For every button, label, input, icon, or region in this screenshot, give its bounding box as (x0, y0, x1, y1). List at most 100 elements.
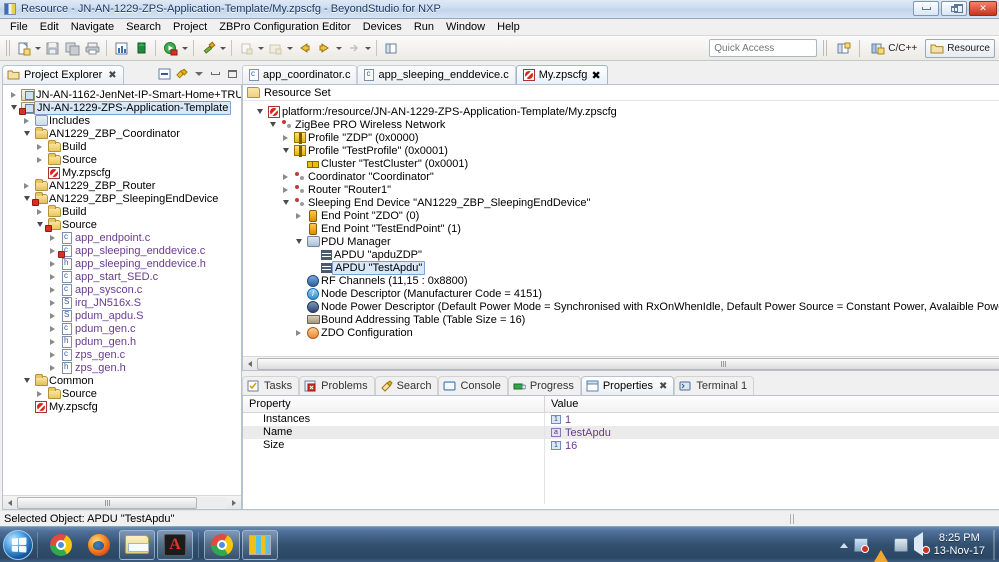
removable-media-icon[interactable] (893, 538, 908, 552)
debug-dropdown-icon[interactable] (218, 38, 227, 58)
tab-project-explorer[interactable]: Project Explorer ✖ (2, 65, 124, 84)
tree-item[interactable]: zps_gen.c (3, 348, 241, 361)
tree-item[interactable]: Bound Addressing Table (Table Size = 16) (249, 313, 999, 326)
forward-icon[interactable] (314, 38, 334, 58)
hscroll-track[interactable] (257, 357, 999, 370)
save-all-icon[interactable] (62, 38, 82, 58)
tree-item[interactable]: pdum_apdu.S (3, 309, 241, 322)
link-with-editor-icon[interactable] (174, 66, 189, 81)
new-class-icon[interactable] (236, 38, 256, 58)
tree-item[interactable]: zps_gen.h (3, 361, 241, 374)
tree-item[interactable]: platform:/resource/JN-AN-1229-ZPS-Applic… (249, 105, 999, 118)
tree-item[interactable]: AN1229_ZBP_SleepingEndDevice (3, 191, 241, 206)
close-button[interactable]: ✕ (969, 1, 997, 16)
maximize-view-icon[interactable] (225, 66, 240, 81)
minimize-button[interactable] (913, 1, 939, 16)
tree-item[interactable]: Cluster "TestCluster" (0x0001) (249, 157, 999, 170)
perspective-grip[interactable] (823, 40, 828, 56)
scroll-right-icon[interactable] (227, 497, 241, 509)
menu-zbpro-configuration-editor[interactable]: ZBPro Configuration Editor (213, 20, 356, 34)
beyondstudio-taskbar-icon[interactable] (242, 529, 278, 560)
tree-item[interactable]: Coordinator "Coordinator" (249, 170, 999, 183)
debug-icon[interactable] (198, 38, 218, 58)
perspective-icon[interactable] (381, 38, 401, 58)
model-tree[interactable]: platform:/resource/JN-AN-1229-ZPS-Applic… (243, 101, 999, 356)
new-dropdown-icon[interactable] (33, 38, 42, 58)
tree-item[interactable]: My.zpscfg (3, 166, 241, 179)
hscroll-thumb[interactable] (17, 496, 197, 509)
show-hidden-icons-icon[interactable] (839, 542, 848, 548)
menu-devices[interactable]: Devices (357, 20, 408, 34)
tree-item[interactable]: JN-AN-1229-ZPS-Application-Template (3, 100, 241, 115)
toolbar-grip[interactable] (6, 40, 10, 56)
editor-tab-my-zpscfg[interactable]: My.zpscfg ✖ (515, 65, 608, 84)
tree-item[interactable]: app_endpoint.c (3, 231, 241, 244)
project-tree[interactable]: JN-AN-1162-JenNet-IP-Smart-Home+TRUNK JN-… (3, 85, 241, 413)
tree-item[interactable]: Build (3, 204, 241, 218)
tree-item[interactable]: Source (3, 217, 241, 232)
quick-access-input[interactable] (709, 39, 818, 57)
tab-tasks[interactable]: Tasks (242, 376, 300, 395)
perspective-cpp[interactable]: C/C++ (866, 39, 922, 58)
perspective-resource[interactable]: Resource (925, 38, 995, 58)
tree-item[interactable]: Source (3, 152, 241, 166)
tree-item[interactable]: Node Power Descriptor (Default Power Mod… (249, 300, 999, 313)
menu-window[interactable]: Window (440, 20, 491, 34)
clock[interactable]: 8:25 PM 13-Nov-17 (934, 532, 985, 558)
new-class-dropdown-icon[interactable] (256, 38, 265, 58)
editor-tab-app-sleeping-enddevice-c[interactable]: app_sleeping_enddevice.c (357, 65, 516, 84)
tree-item[interactable]: End Point "ZDO" (0) (249, 209, 999, 222)
close-icon[interactable]: ✖ (591, 69, 600, 82)
scroll-left-icon[interactable] (243, 358, 257, 370)
tree-item[interactable]: Node Descriptor (Manufacturer Code = 415… (249, 287, 999, 300)
tree-item[interactable]: app_sleeping_enddevice.h (3, 257, 241, 270)
tree-item[interactable]: app_start_SED.c (3, 270, 241, 283)
menu-help[interactable]: Help (491, 20, 526, 34)
show-desktop-button[interactable] (993, 530, 995, 560)
volume-icon[interactable] (913, 532, 930, 556)
build-all-icon[interactable] (111, 38, 131, 58)
table-row[interactable]: Name a TestApdu (243, 426, 999, 439)
tab-progress[interactable]: Progress (507, 376, 581, 395)
menu-run[interactable]: Run (408, 20, 440, 34)
run-dropdown-icon[interactable] (180, 38, 189, 58)
tab-problems[interactable]: Problems (299, 376, 375, 395)
tab-search[interactable]: Search (374, 376, 439, 395)
hscroll-thumb[interactable] (257, 357, 999, 370)
tree-item[interactable]: ZigBee PRO Wireless Network (249, 118, 999, 131)
tree-item[interactable]: irq_JN516x.S (3, 296, 241, 309)
project-explorer-hscrollbar[interactable] (3, 495, 241, 509)
menu-file[interactable]: File (4, 20, 34, 34)
export-icon[interactable] (131, 38, 151, 58)
tree-item[interactable]: ZDO Configuration (249, 326, 999, 339)
next-icon[interactable] (343, 38, 363, 58)
menu-search[interactable]: Search (120, 20, 167, 34)
column-header-value[interactable]: Value (545, 398, 999, 410)
tree-item[interactable]: Source (3, 386, 241, 400)
tree-item[interactable]: APDU "apduZDP" (249, 248, 999, 261)
tree-item[interactable]: Includes (3, 114, 241, 127)
back-icon[interactable] (294, 38, 314, 58)
menu-project[interactable]: Project (167, 20, 213, 34)
tree-item[interactable]: pdum_gen.c (3, 322, 241, 335)
property-value-cell[interactable]: a TestApdu (545, 427, 999, 439)
property-value-cell[interactable]: 11 (545, 414, 999, 426)
chrome-taskbar-icon[interactable] (43, 530, 79, 560)
save-icon[interactable] (42, 38, 62, 58)
tree-item[interactable]: Sleeping End Device "AN1229_ZBP_Sleeping… (249, 196, 999, 209)
tree-item[interactable]: Profile "TestProfile" (0x0001) (249, 144, 999, 157)
tab-properties[interactable]: Properties ✖ (580, 376, 675, 395)
tree-item[interactable]: AN1229_ZBP_Coordinator (3, 126, 241, 140)
open-perspective-button[interactable] (833, 38, 853, 58)
action-center-icon[interactable] (873, 538, 888, 562)
menu-edit[interactable]: Edit (34, 20, 65, 34)
adobe-reader-taskbar-icon[interactable]: A (157, 529, 193, 560)
tree-item[interactable]: Router "Router1" (249, 183, 999, 196)
hscroll-track[interactable] (17, 496, 227, 509)
tree-item[interactable]: RF Channels (11,15 : 0x8800) (249, 274, 999, 287)
forward-dropdown-icon[interactable] (334, 38, 343, 58)
chrome-window-taskbar-icon[interactable] (204, 529, 240, 560)
tree-item[interactable]: APDU "TestApdu" (249, 260, 999, 275)
tree-item[interactable]: app_syscon.c (3, 283, 241, 296)
tree-item[interactable]: pdum_gen.h (3, 335, 241, 348)
